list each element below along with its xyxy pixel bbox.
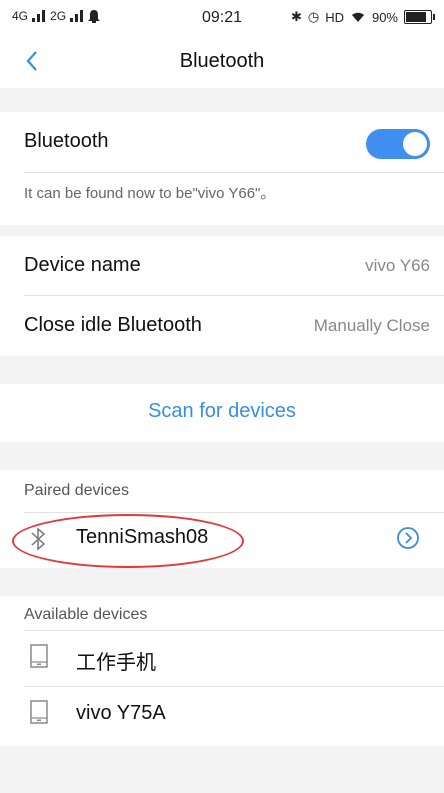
bluetooth-section: Bluetooth It can be found now to be"vivo… [0, 112, 444, 225]
highlight-ellipse [12, 514, 244, 568]
available-devices-header: Available devices [24, 606, 148, 623]
battery-percent: 90% [371, 9, 398, 25]
network-type-label: HD [325, 9, 344, 25]
bluetooth-label: Bluetooth [24, 130, 109, 152]
phone-icon [30, 700, 48, 724]
alarm-icon: ◷ [307, 9, 320, 24]
status-right: ✱ ◷ HD 90% [290, 9, 435, 25]
battery-icon [404, 10, 435, 24]
available-device-name: 工作手机 [76, 652, 156, 674]
available-device-row[interactable]: 工作手机 [0, 630, 444, 686]
scan-for-devices-button[interactable]: Scan for devices [0, 400, 444, 423]
nav-bar: Bluetooth [0, 34, 444, 88]
bluetooth-toggle[interactable] [366, 129, 430, 159]
close-idle-value: Manually Close [313, 316, 430, 335]
bluetooth-toggle-row[interactable]: Bluetooth [0, 112, 444, 172]
device-settings-section: Device name vivo Y66 Close idle Bluetoot… [0, 236, 444, 356]
available-device-name: vivo Y75A [76, 702, 166, 724]
scan-section: Scan for devices [0, 384, 444, 442]
device-name-label: Device name [24, 254, 141, 276]
wifi-icon [351, 12, 364, 22]
discoverable-note: It can be found now to be"vivo Y66"。 [24, 185, 276, 202]
phone-icon [30, 644, 48, 668]
available-device-row[interactable]: vivo Y75A [0, 686, 444, 744]
device-name-value: vivo Y66 [365, 256, 430, 275]
status-bar: 4G 2G 09:21 ✱ ◷ HD 90% [0, 0, 444, 34]
available-devices-section: Available devices 工作手机 vivo Y75A [0, 596, 444, 746]
close-idle-row[interactable]: Close idle Bluetooth Manually Close [0, 296, 444, 356]
device-name-row[interactable]: Device name vivo Y66 [0, 236, 444, 296]
toggle-knob [403, 132, 427, 156]
battery-fill [406, 12, 426, 22]
device-details-icon[interactable] [396, 526, 420, 550]
page-title: Bluetooth [179, 50, 265, 72]
paired-devices-header: Paired devices [24, 482, 129, 499]
bluetooth-status-icon: ✱ [290, 9, 302, 24]
divider [24, 172, 444, 173]
close-idle-label: Close idle Bluetooth [24, 314, 202, 336]
